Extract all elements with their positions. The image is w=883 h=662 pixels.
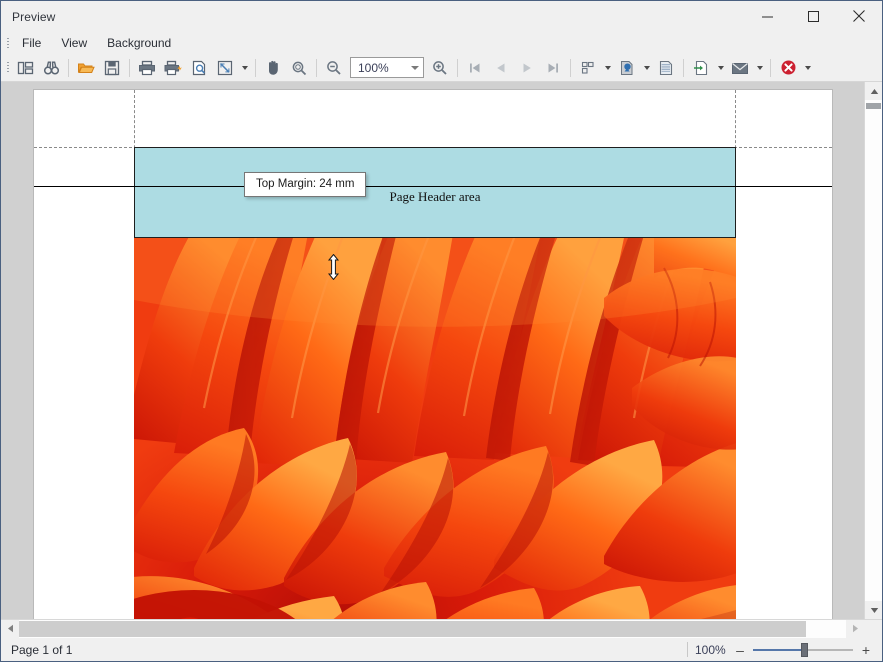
watermark-icon[interactable] [653,56,679,80]
page-color-dropdown-arrow[interactable] [640,56,653,80]
toggle-sidebar-icon[interactable] [12,56,38,80]
scrollbar-corner [864,619,882,638]
maximize-button[interactable] [790,1,836,31]
menu-item-file[interactable]: File [13,33,50,53]
toolbar-separator [316,58,317,77]
export-document-dropdown-arrow[interactable] [714,56,727,80]
export-document-icon[interactable] [688,56,714,80]
toolbar-separator [683,58,684,77]
preview-window: Preview File View Background 100% Page H… [0,0,883,662]
toolbar: 100% [1,54,882,82]
previous-page-icon[interactable] [488,56,514,80]
status-zoom-level: 100% [695,642,726,657]
find-icon[interactable] [38,56,64,80]
horizontal-scroll-track[interactable] [19,619,846,638]
scale-dropdown-arrow[interactable] [238,56,251,80]
chevron-down-icon[interactable] [406,58,423,77]
zoom-slider[interactable] [753,642,853,657]
zoom-slider-knob[interactable] [801,642,808,657]
window-controls [744,1,882,31]
window-title: Preview [12,9,56,24]
scale-icon[interactable] [212,56,238,80]
document-viewport: Page Header area Top Margin: 24 mm [1,82,882,619]
multiple-pages-dropdown-arrow[interactable] [601,56,614,80]
page-setup-icon[interactable] [186,56,212,80]
close-button[interactable] [836,1,882,31]
menu-item-view[interactable]: View [52,33,96,53]
menu-drag-handle[interactable] [3,34,12,52]
toolbar-separator [255,58,256,77]
vertical-scrollbar[interactable] [864,82,882,619]
toolbar-separator [129,58,130,77]
multiple-pages-icon[interactable] [575,56,601,80]
page-header-area-label: Page Header area [389,189,481,204]
next-page-icon[interactable] [514,56,540,80]
status-zoom-group: 100% – + [687,642,876,657]
page-color-icon[interactable] [614,56,640,80]
zoom-in-icon[interactable] [427,56,453,80]
print-icon[interactable] [134,56,160,80]
toolbar-separator [68,58,69,77]
menu-item-background[interactable]: Background [98,33,180,53]
vertical-scroll-track[interactable] [865,100,882,601]
status-bar: Page 1 of 1 100% – + [1,637,882,661]
horizontal-scroll-thumb[interactable] [19,620,806,637]
toolbar-separator [770,58,771,77]
toolbar-drag-handle[interactable] [3,59,12,77]
margin-tooltip: Top Margin: 24 mm [244,172,367,197]
document-photo [134,238,736,619]
preview-canvas[interactable]: Page Header area Top Margin: 24 mm [1,82,864,619]
menu-bar: File View Background [1,32,882,54]
zoom-out-icon[interactable] [321,56,347,80]
status-separator [687,642,688,657]
scroll-left-arrow-icon[interactable] [1,619,19,638]
open-folder-icon[interactable] [73,56,99,80]
zoom-value: 100% [358,60,389,75]
scroll-up-arrow-icon[interactable] [865,82,882,100]
flower-photo-graphic [134,238,736,619]
toolbar-separator [457,58,458,77]
zoom-slider-fill [753,648,805,651]
quick-print-icon[interactable] [160,56,186,80]
minimize-button[interactable] [744,1,790,31]
scroll-down-arrow-icon[interactable] [865,601,882,619]
zoom-combobox[interactable]: 100% [350,57,424,78]
hand-tool-icon[interactable] [260,56,286,80]
magnifier-icon[interactable] [286,56,312,80]
close-preview-icon[interactable] [775,56,801,80]
last-page-icon[interactable] [540,56,566,80]
close-preview-dropdown-arrow[interactable] [801,56,814,80]
vertical-resize-cursor [327,253,340,281]
vertical-scroll-thumb[interactable] [866,103,881,109]
document-page[interactable]: Page Header area [34,90,832,619]
first-page-icon[interactable] [462,56,488,80]
toolbar-separator [570,58,571,77]
send-email-icon[interactable] [727,56,753,80]
zoom-out-button[interactable]: – [734,643,746,657]
save-icon[interactable] [99,56,125,80]
title-bar: Preview [1,1,882,32]
send-email-dropdown-arrow[interactable] [753,56,766,80]
zoom-in-button[interactable]: + [860,643,872,657]
scroll-right-arrow-icon[interactable] [846,619,864,638]
page-info-label: Page 1 of 1 [11,642,73,657]
horizontal-scrollbar[interactable] [1,619,882,638]
